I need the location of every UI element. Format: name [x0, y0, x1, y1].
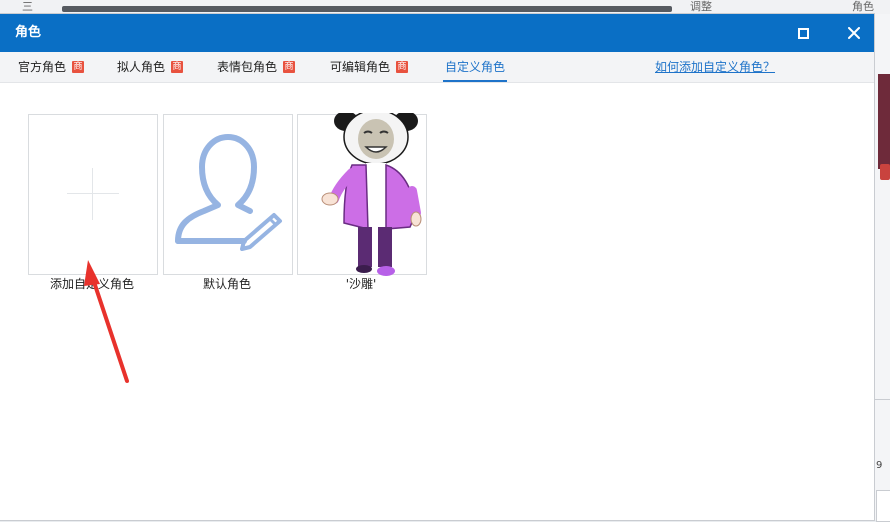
tab-label: 可编辑角色 [330, 60, 391, 74]
shop-badge-icon: 商 [72, 61, 85, 73]
background-menu-glyph: 三 [22, 0, 33, 13]
default-role-card[interactable] [163, 114, 293, 275]
shadiao-role-card[interactable] [297, 113, 427, 276]
panda-meme-figure [321, 113, 422, 276]
character-grid: 添加自定义角色 默认角色 '沙雕' [0, 83, 874, 520]
background-number: 9 [876, 460, 883, 471]
background-side-panel: 9 [874, 14, 890, 522]
tab-label: 拟人角色 [117, 60, 166, 74]
role-dialog: 角色 官方角色 商 拟人角色 商 表情包角色 商 可编辑角色 商 自定义角色 如… [0, 14, 874, 520]
default-role-label: 默认角色 [202, 277, 251, 291]
tab-label: 官方角色 [18, 60, 67, 74]
shop-badge-icon: 商 [171, 61, 184, 73]
background-app-toolbar: 三 调整 角色 [0, 0, 890, 15]
dialog-titlebar: 角色 [0, 14, 874, 52]
shadiao-role-label: '沙雕' [345, 277, 377, 291]
close-button[interactable] [839, 14, 869, 52]
background-toolbar-text: 调整 [690, 0, 712, 13]
tab-personified-roles[interactable]: 拟人角色 商 [117, 52, 184, 82]
user-edit-icon [175, 134, 282, 251]
background-toolbar-text-2: 角色 [852, 0, 874, 13]
dialog-title: 角色 [15, 25, 42, 40]
tab-emoji-roles[interactable]: 表情包角色 商 [217, 52, 296, 82]
background-thumbnail [878, 74, 890, 169]
background-divider [874, 399, 890, 400]
shop-badge-icon: 商 [396, 61, 409, 73]
help-link-add-custom-role[interactable]: 如何添加自定义角色？ [655, 52, 775, 82]
shop-badge-icon: 商 [283, 61, 296, 73]
add-custom-role-label: 添加自定义角色 [49, 277, 134, 291]
background-input-box [876, 490, 890, 522]
close-icon [848, 27, 860, 39]
plus-horizontal-stroke [67, 193, 119, 194]
tab-editable-roles[interactable]: 可编辑角色 商 [330, 52, 409, 82]
add-custom-role-card[interactable] [28, 114, 158, 275]
active-tab-indicator [443, 80, 508, 82]
plus-vertical-stroke [92, 168, 93, 220]
tab-custom-roles[interactable]: 自定义角色 [443, 52, 508, 82]
background-thumbnail-accent [880, 164, 890, 180]
tab-label: 表情包角色 [217, 60, 278, 74]
tab-official-roles[interactable]: 官方角色 商 [18, 52, 85, 82]
tab-label: 自定义角色 [445, 60, 506, 74]
maximize-icon [797, 27, 809, 39]
maximize-button[interactable] [788, 14, 818, 52]
background-toolbar-strip [62, 6, 672, 12]
